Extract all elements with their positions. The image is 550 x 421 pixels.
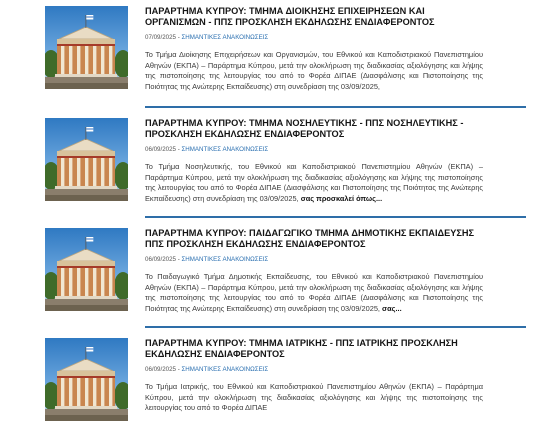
read-more-link[interactable]: σας... [382, 304, 402, 313]
post-title[interactable]: ΠΑΡΑΡΤΗΜΑ ΚΥΠΡΟΥ: ΤΜΗΜΑ ΔΙΟΙΚΗΣΗΣ ΕΠΙΧΕΙ… [145, 6, 483, 28]
university-building-image [45, 347, 128, 421]
post-excerpt: Το Τμήμα Ιατρικής, του Εθνικού και Καποδ… [145, 382, 483, 414]
post-category-link[interactable]: ΣΗΜΑΝΤΙΚΕΣ ΑΝΑΚΟΙΝΩΣΕΙΣ [181, 34, 268, 41]
post-title[interactable]: ΠΑΡΑΡΤΗΜΑ ΚΥΠΡΟΥ: ΤΜΗΜΑ ΝΟΣΗΛΕΥΤΙΚΗΣ - Π… [145, 118, 483, 140]
post-date: 06/09/2025 [145, 256, 176, 263]
post-excerpt: Το Τμήμα Νοσηλευτικής, του Εθνικού και Κ… [145, 162, 483, 204]
post-date: 07/09/2025 [145, 34, 176, 41]
post-excerpt: Το Τμήμα Διοίκησης Επιχειρήσεων και Οργα… [145, 50, 483, 92]
post-thumbnail[interactable] [45, 118, 128, 201]
post-category-link[interactable]: ΣΗΜΑΝΤΙΚΕΣ ΑΝΑΚΟΙΝΩΣΕΙΣ [181, 256, 268, 263]
post-title[interactable]: ΠΑΡΑΡΤΗΜΑ ΚΥΠΡΟΥ: ΠΑΙΔΑΓΩΓΙΚΟ ΤΜΗΜΑ ΔΗΜΟ… [145, 228, 483, 250]
post-excerpt-text: Το Τμήμα Ιατρικής, του Εθνικού και Καποδ… [145, 382, 483, 413]
post-body: ΠΑΡΑΡΤΗΜΑ ΚΥΠΡΟΥ: ΠΑΙΔΑΓΩΓΙΚΟ ΤΜΗΜΑ ΔΗΜΟ… [145, 228, 483, 314]
university-building-image [45, 127, 128, 201]
post-body: ΠΑΡΑΡΤΗΜΑ ΚΥΠΡΟΥ: ΤΜΗΜΑ ΔΙΟΙΚΗΣΗΣ ΕΠΙΧΕΙ… [145, 6, 483, 92]
post-title[interactable]: ΠΑΡΑΡΤΗΜΑ ΚΥΠΡΟΥ: ΤΜΗΜΑ ΙΑΤΡΙΚΗΣ - ΠΠΣ Ι… [145, 338, 483, 360]
post-meta: 06/09/2025 - ΣΗΜΑΝΤΙΚΕΣ ΑΝΑΚΟΙΝΩΣΕΙΣ [145, 146, 483, 154]
university-building-image [45, 15, 128, 89]
post-meta: 07/09/2025 - ΣΗΜΑΝΤΙΚΕΣ ΑΝΑΚΟΙΝΩΣΕΙΣ [145, 34, 483, 42]
post-divider [145, 326, 526, 328]
post-body: ΠΑΡΑΡΤΗΜΑ ΚΥΠΡΟΥ: ΤΜΗΜΑ ΙΑΤΡΙΚΗΣ - ΠΠΣ Ι… [145, 338, 483, 414]
read-more-link[interactable]: σας προσκαλεί όπως... [301, 194, 382, 203]
post-excerpt-text: Το Τμήμα Διοίκησης Επιχειρήσεων και Οργα… [145, 50, 483, 91]
post-thumbnail[interactable] [45, 228, 128, 311]
post-date: 06/09/2025 [145, 366, 176, 373]
post-thumbnail[interactable] [45, 338, 128, 421]
post-thumbnail[interactable] [45, 6, 128, 89]
post-body: ΠΑΡΑΡΤΗΜΑ ΚΥΠΡΟΥ: ΤΜΗΜΑ ΝΟΣΗΛΕΥΤΙΚΗΣ - Π… [145, 118, 483, 204]
post-divider [145, 216, 526, 218]
post-divider [145, 106, 526, 108]
post-excerpt: Το Παιδαγωγικό Τμήμα Δημοτικής Εκπαίδευσ… [145, 272, 483, 314]
university-building-image [45, 237, 128, 311]
post-category-link[interactable]: ΣΗΜΑΝΤΙΚΕΣ ΑΝΑΚΟΙΝΩΣΕΙΣ [181, 146, 268, 153]
post-category-link[interactable]: ΣΗΜΑΝΤΙΚΕΣ ΑΝΑΚΟΙΝΩΣΕΙΣ [181, 366, 268, 373]
post-meta: 06/09/2025 - ΣΗΜΑΝΤΙΚΕΣ ΑΝΑΚΟΙΝΩΣΕΙΣ [145, 366, 483, 374]
post-date: 06/09/2025 [145, 146, 176, 153]
post-excerpt-text: Το Παιδαγωγικό Τμήμα Δημοτικής Εκπαίδευσ… [145, 272, 483, 313]
post-meta: 06/09/2025 - ΣΗΜΑΝΤΙΚΕΣ ΑΝΑΚΟΙΝΩΣΕΙΣ [145, 256, 483, 264]
